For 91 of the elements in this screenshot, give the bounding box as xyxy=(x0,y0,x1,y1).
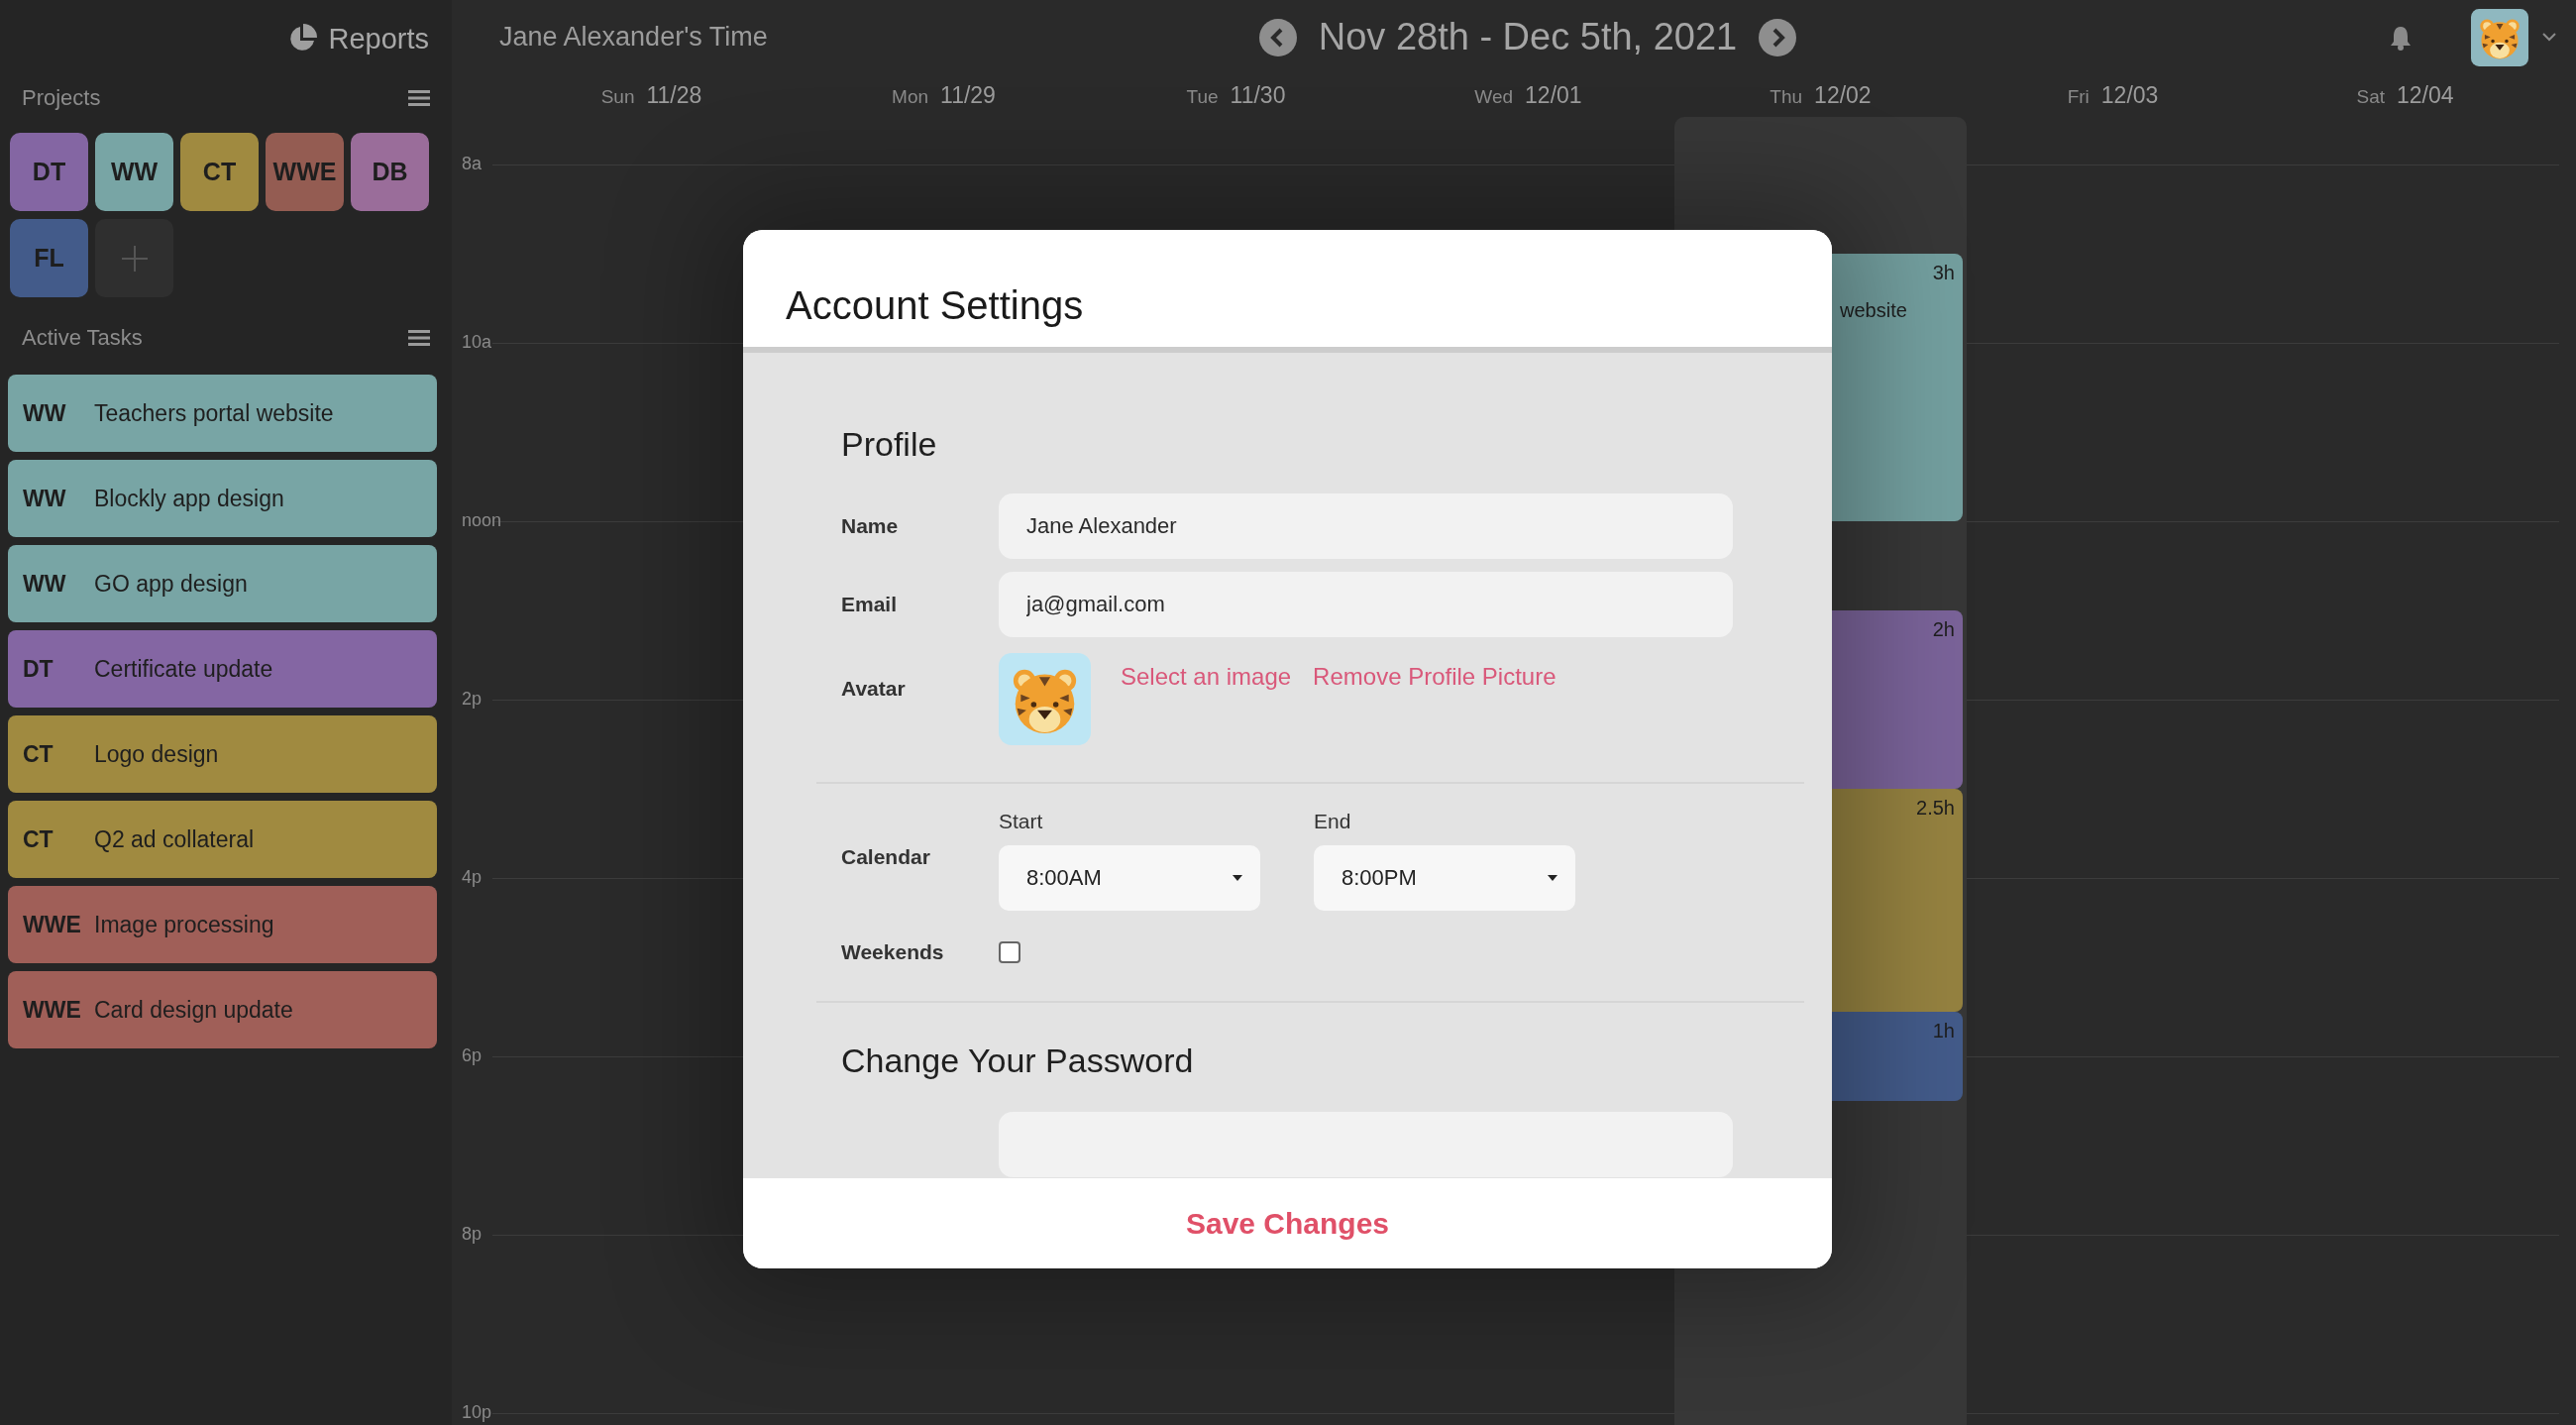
task-name: Q2 ad collateral xyxy=(94,825,255,853)
field-label: Name xyxy=(841,514,900,538)
weekday-label: Wed xyxy=(1474,86,1514,108)
weekends-checkbox[interactable] xyxy=(999,941,1020,963)
task-name: GO app design xyxy=(94,570,248,598)
event-duration: 3h xyxy=(1932,262,1955,284)
field-label: Calendar xyxy=(841,845,931,869)
project-tile[interactable]: WW xyxy=(95,133,173,211)
task-item[interactable]: WW GO app design xyxy=(8,545,437,622)
project-code: CT xyxy=(23,740,54,768)
time-label: 8a xyxy=(462,154,483,174)
save-button[interactable]: Save Changes xyxy=(1169,1198,1406,1249)
section-title: Active Tasks xyxy=(22,325,143,351)
weekday-label: Fri xyxy=(2067,86,2090,108)
weekday-label: Sat xyxy=(2356,86,2385,108)
caret-icon xyxy=(1233,875,1242,881)
task-item[interactable]: CT Logo design xyxy=(8,715,437,793)
remove-picture-link[interactable]: Remove Profile Picture xyxy=(1313,663,1556,691)
task-item[interactable]: DT Certificate update xyxy=(8,630,437,708)
task-item[interactable]: WWE Image processing xyxy=(8,886,437,963)
time-label: 8p xyxy=(462,1224,483,1245)
event-title: website xyxy=(1840,299,1907,322)
field-label: Weekends xyxy=(841,940,945,964)
email-field[interactable]: ja@gmail.com xyxy=(999,572,1733,637)
project-code: WWE xyxy=(23,911,82,938)
date-label: 11/30 xyxy=(1230,82,1286,109)
task-name: Certificate update xyxy=(94,655,273,683)
caret-icon xyxy=(1548,875,1557,881)
section-title: Projects xyxy=(22,85,101,111)
task-name: Logo design xyxy=(94,740,219,768)
project-tile[interactable]: DT xyxy=(10,133,88,211)
task-name: Image processing xyxy=(94,911,274,938)
project-tile[interactable]: CT xyxy=(180,133,259,211)
date-label: 11/29 xyxy=(940,82,996,109)
date-range: Nov 28th - Dec 5th, 2021 xyxy=(1318,16,1738,58)
time-label: 6p xyxy=(462,1045,483,1066)
date-label: 12/01 xyxy=(1525,82,1582,109)
field-label: Start xyxy=(999,810,1044,833)
project-code: DT xyxy=(23,655,54,683)
weekday-label: Mon xyxy=(892,86,929,108)
task-name: Blockly app design xyxy=(94,485,284,512)
bell-icon[interactable] xyxy=(2390,24,2412,51)
weekday-label: Sun xyxy=(600,86,635,108)
date-label: 12/02 xyxy=(1814,82,1872,109)
reports-link[interactable]: Reports xyxy=(328,22,429,55)
project-code: WW xyxy=(23,570,67,598)
password-field[interactable] xyxy=(999,1112,1733,1177)
time-label: 10a xyxy=(462,332,492,353)
event-duration: 2h xyxy=(1932,618,1955,641)
avatar-icon xyxy=(2471,8,2528,66)
task-name: Card design update xyxy=(94,996,293,1024)
date-label: 12/04 xyxy=(2397,82,2454,109)
end-time-select[interactable]: 8:00PM xyxy=(1314,845,1575,911)
date-label: 12/03 xyxy=(2100,82,2159,109)
project-code: CT xyxy=(23,825,54,853)
time-label: 2p xyxy=(462,689,483,710)
task-item[interactable]: WW Blockly app design xyxy=(8,460,437,537)
section-heading: Change Your Password xyxy=(841,1041,1195,1080)
calendar-title: Jane Alexander's Time xyxy=(499,22,769,53)
project-tile[interactable]: WWE xyxy=(266,133,344,211)
avatar-icon xyxy=(999,653,1091,745)
time-label: noon xyxy=(462,510,502,531)
menu-icon[interactable] xyxy=(408,329,430,347)
event-duration: 2.5h xyxy=(1916,797,1955,820)
section-heading: Profile xyxy=(841,424,938,464)
previous-icon[interactable] xyxy=(1258,18,1297,56)
task-name: Teachers portal website xyxy=(94,399,334,427)
weekday-label: Thu xyxy=(1770,86,1803,108)
start-time-select[interactable]: 8:00AM xyxy=(999,845,1260,911)
field-label: End xyxy=(1314,810,1352,833)
menu-icon[interactable] xyxy=(408,89,430,107)
project-tile[interactable]: DB xyxy=(351,133,429,211)
project-code: WW xyxy=(23,399,67,427)
date-label: 11/28 xyxy=(646,82,702,109)
next-icon[interactable] xyxy=(1759,18,1797,56)
project-code: WWE xyxy=(23,996,82,1024)
caret-icon[interactable] xyxy=(2542,33,2556,42)
dialog-title: Account Settings xyxy=(786,282,1084,328)
event-duration: 1h xyxy=(1932,1020,1955,1042)
field-label: Email xyxy=(841,593,899,616)
time-label: 10p xyxy=(462,1402,492,1423)
select-image-link[interactable]: Select an image xyxy=(1121,663,1292,691)
task-item[interactable]: CT Q2 ad collateral xyxy=(8,801,437,878)
task-item[interactable]: WW Teachers portal website xyxy=(8,375,437,452)
project-code: WW xyxy=(23,485,67,512)
weekday-label: Tue xyxy=(1186,86,1219,108)
plus-icon xyxy=(121,245,148,272)
field-label: Avatar xyxy=(841,677,907,701)
time-label: 4p xyxy=(462,867,483,888)
task-item[interactable]: WWE Card design update xyxy=(8,971,437,1048)
name-field[interactable]: Jane Alexander xyxy=(999,493,1733,559)
